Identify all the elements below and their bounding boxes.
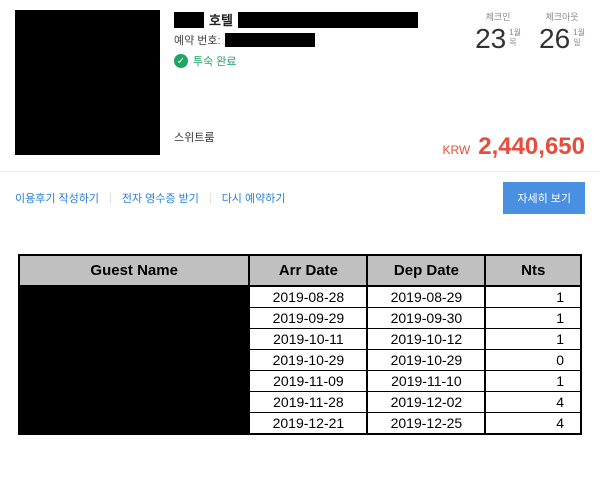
booking-card: 호텔 예약 번호: ✓ 투숙 완료 스위트룸 체크인 23 1월목 체크아웃 2…: [0, 0, 600, 155]
checkin-day: 23: [475, 25, 506, 53]
receipt-link[interactable]: 전자 영수증 받기: [122, 190, 199, 206]
separator: |: [109, 192, 112, 204]
cell-nts: 4: [485, 413, 581, 435]
cell-guest-name: [19, 286, 249, 308]
separator: |: [209, 192, 212, 204]
cell-arr-date: 2019-12-21: [249, 413, 367, 435]
cell-guest-name: [19, 371, 249, 392]
table-row: 2019-10-112019-10-121: [19, 329, 581, 350]
checkout-label: 체크아웃: [539, 10, 585, 23]
table-row: 2019-11-282019-12-024: [19, 392, 581, 413]
room-type: 스위트룸: [174, 129, 461, 145]
currency-label: KRW: [442, 143, 470, 157]
checkout-day: 26: [539, 25, 570, 53]
table-row: 2019-10-292019-10-290: [19, 350, 581, 371]
cell-nts: 1: [485, 286, 581, 308]
cell-nts: 0: [485, 350, 581, 371]
cell-nts: 1: [485, 308, 581, 329]
cell-arr-date: 2019-11-09: [249, 371, 367, 392]
detail-button[interactable]: 자세히 보기: [503, 182, 585, 214]
hotel-thumbnail: [15, 10, 160, 155]
check-circle-icon: ✓: [174, 54, 188, 68]
cell-arr-date: 2019-10-11: [249, 329, 367, 350]
reservation-number-row: 예약 번호:: [174, 32, 461, 48]
cell-dep-date: 2019-10-12: [367, 329, 485, 350]
table-row: 2019-09-292019-09-301: [19, 308, 581, 329]
table-row: 2019-12-212019-12-254: [19, 413, 581, 435]
actions-bar: 이용후기 작성하기 | 전자 영수증 받기 | 다시 예약하기 자세히 보기: [0, 171, 600, 224]
stay-table-wrap: Guest Name Arr Date Dep Date Nts 2019-08…: [0, 224, 600, 445]
rebook-link[interactable]: 다시 예약하기: [222, 190, 286, 206]
write-review-link[interactable]: 이용후기 작성하기: [15, 190, 99, 206]
cell-arr-date: 2019-11-28: [249, 392, 367, 413]
cell-nts: 1: [485, 329, 581, 350]
cell-guest-name: [19, 329, 249, 350]
cell-arr-date: 2019-08-28: [249, 286, 367, 308]
hotel-name-row: 호텔: [174, 10, 461, 29]
checkin-label: 체크인: [475, 10, 521, 23]
cell-guest-name: [19, 308, 249, 329]
cell-guest-name: [19, 392, 249, 413]
table-row: 2019-08-282019-08-291: [19, 286, 581, 308]
checkin-side: 1월목: [509, 25, 521, 47]
status-text: 투숙 완료: [193, 53, 237, 69]
redacted-block: [238, 12, 418, 28]
cell-dep-date: 2019-09-30: [367, 308, 485, 329]
price-amount: 2,440,650: [478, 133, 585, 161]
redacted-block: [174, 12, 204, 28]
cell-guest-name: [19, 350, 249, 371]
col-dep-date: Dep Date: [367, 255, 485, 286]
redacted-block: [225, 33, 315, 47]
cell-dep-date: 2019-11-10: [367, 371, 485, 392]
cell-arr-date: 2019-09-29: [249, 308, 367, 329]
status-row: ✓ 투숙 완료: [174, 53, 461, 69]
booking-details: 호텔 예약 번호: ✓ 투숙 완료 스위트룸: [174, 10, 461, 155]
col-guest-name: Guest Name: [19, 255, 249, 286]
cell-arr-date: 2019-10-29: [249, 350, 367, 371]
checkout-side: 1월일: [573, 25, 585, 47]
cell-dep-date: 2019-10-29: [367, 350, 485, 371]
stay-table: Guest Name Arr Date Dep Date Nts 2019-08…: [18, 254, 582, 435]
cell-dep-date: 2019-12-25: [367, 413, 485, 435]
hotel-word: 호텔: [209, 10, 233, 29]
table-header-row: Guest Name Arr Date Dep Date Nts: [19, 255, 581, 286]
cell-dep-date: 2019-12-02: [367, 392, 485, 413]
cell-guest-name: [19, 413, 249, 435]
cell-dep-date: 2019-08-29: [367, 286, 485, 308]
col-arr-date: Arr Date: [249, 255, 367, 286]
cell-nts: 4: [485, 392, 581, 413]
cell-nts: 1: [485, 371, 581, 392]
col-nts: Nts: [485, 255, 581, 286]
table-row: 2019-11-092019-11-101: [19, 371, 581, 392]
reservation-label: 예약 번호:: [174, 32, 221, 48]
